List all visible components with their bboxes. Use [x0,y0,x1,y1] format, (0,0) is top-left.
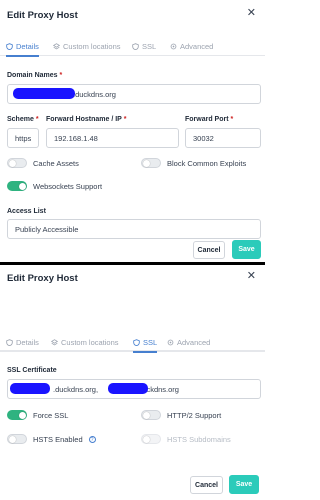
dialog-title: Edit Proxy Host [7,10,78,21]
tab-custom-locations[interactable]: Custom locations [51,334,119,350]
hsts-enabled-switch[interactable] [7,434,27,444]
ssl-certificate-label: SSL Certificate [7,367,57,374]
force-ssl-switch[interactable] [7,410,27,420]
scheme-value: https [15,133,32,143]
tab-bar-row: Details Custom locations SSL Advanced [0,332,265,353]
hsts-subdomains-switch [141,434,161,444]
tab-label: Custom locations [61,337,119,347]
forward-port-input[interactable]: 30032 [185,128,261,148]
forward-host-value: 192.168.1.48 [54,133,98,143]
hsts-subdomains-label: HSTS Subdomains [167,434,231,444]
force-ssl-label: Force SSL [33,410,69,420]
hsts-enabled-toggle[interactable]: HSTS Enabled ? [7,434,96,444]
shield-icon [133,338,140,346]
tab-ssl[interactable]: SSL [132,38,156,54]
block-exploits-label: Block Common Exploits [167,158,247,168]
forward-host-label: Forward Hostname / IP * [46,116,127,123]
tab-ssl[interactable]: SSL [133,334,158,353]
http2-toggle[interactable]: HTTP/2 Support [141,410,221,420]
shield-icon [6,338,13,346]
http2-switch[interactable] [141,410,161,420]
tab-custom-locations[interactable]: Custom locations [53,38,121,54]
http2-label: HTTP/2 Support [167,410,222,420]
domain-names-label: Domain Names * [7,72,63,79]
cache-assets-label: Cache Assets [33,158,79,168]
tab-label: Advanced [177,337,211,347]
websockets-label: Websockets Support [33,181,103,191]
access-list-select[interactable]: Publicly Accessible [7,219,261,239]
tab-advanced[interactable]: Advanced [167,334,210,350]
cancel-button[interactable]: Cancel [190,476,223,494]
scheme-label: Scheme * [7,116,39,123]
tab-label: Details [16,337,39,347]
tab-label: Advanced [180,41,214,51]
tab-advanced[interactable]: Advanced [170,38,213,54]
shield-icon [6,42,13,50]
tab-details[interactable]: Details [6,334,39,350]
settings-icon [170,43,177,49]
tab-details[interactable]: Details [6,38,39,57]
edit-proxy-host-dialog-details: Edit Proxy Host ✕ Details Custom locatio… [0,0,265,262]
tab-label: SSL [142,41,157,51]
hsts-subdomains-toggle: HSTS Subdomains [141,434,231,444]
forward-port-value: 30032 [193,133,214,143]
force-ssl-toggle[interactable]: Force SSL [7,410,68,420]
redaction-mark [108,383,148,394]
tab-label: SSL [143,337,158,347]
cache-assets-toggle[interactable]: Cache Assets [7,158,79,168]
tab-label: Custom locations [63,41,121,51]
dialog-title: Edit Proxy Host [7,273,78,284]
redaction-mark [10,383,50,394]
cache-assets-switch[interactable] [7,158,27,168]
layers-icon [53,42,60,49]
save-button[interactable]: Save [229,475,259,494]
forward-port-label: Forward Port * [185,116,234,123]
scheme-input[interactable]: https [7,128,39,148]
websockets-toggle[interactable]: Websockets Support [7,181,102,191]
close-icon[interactable]: ✕ [247,8,256,19]
hsts-enabled-label: HSTS Enabled [33,434,83,444]
redaction-mark [13,88,75,99]
shield-icon [132,42,139,50]
settings-icon [167,339,174,345]
block-exploits-toggle[interactable]: Block Common Exploits [141,158,246,168]
access-list-label: Access List [7,208,46,215]
close-icon[interactable]: ✕ [247,271,256,282]
block-exploits-switch[interactable] [141,158,161,168]
cancel-button[interactable]: Cancel [193,241,225,259]
question-icon[interactable]: ? [88,435,96,443]
layers-icon [51,338,58,345]
access-list-value: Publicly Accessible [15,224,79,234]
save-button[interactable]: Save [232,240,261,259]
forward-host-input[interactable]: 192.168.1.48 [46,128,179,148]
tab-label: Details [16,41,39,51]
tab-bar: Details Custom locations SSL Advanced [0,36,265,57]
edit-proxy-host-dialog-ssl: Edit Proxy Host ✕ Details Custom locatio… [0,265,265,500]
websockets-switch[interactable] [7,181,27,191]
